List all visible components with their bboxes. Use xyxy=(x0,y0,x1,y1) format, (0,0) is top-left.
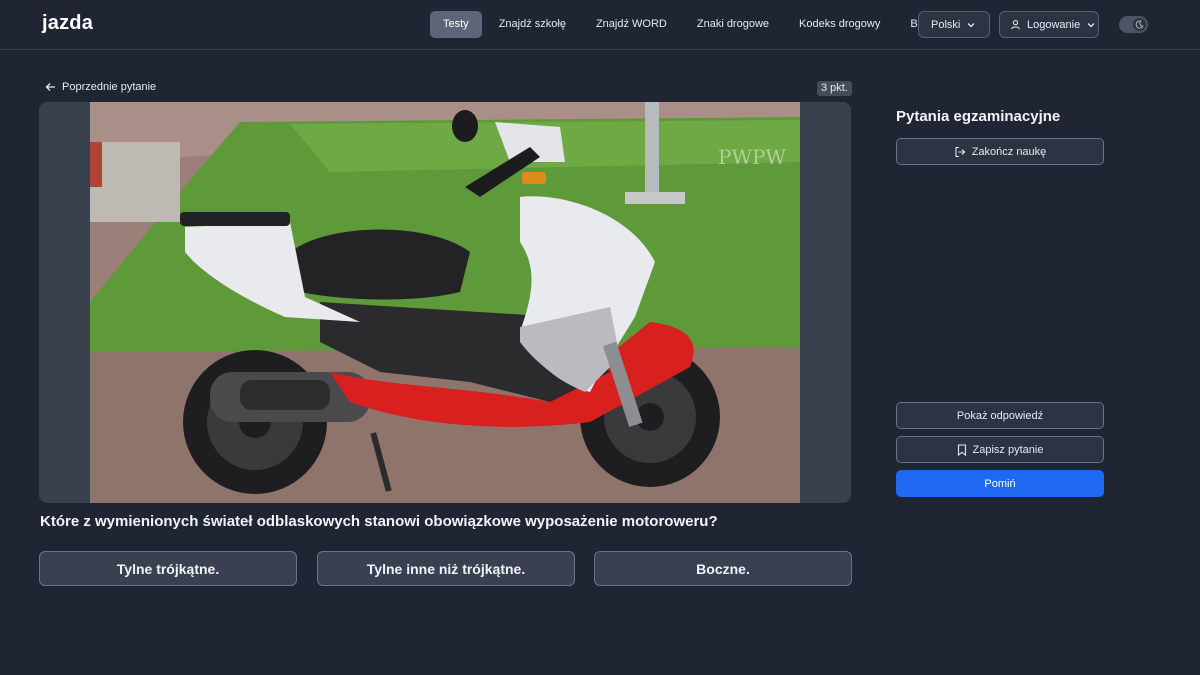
finish-learning-label: Zakończ naukę xyxy=(971,145,1047,158)
previous-question-link[interactable]: Poprzednie pytanie xyxy=(45,81,156,93)
bookmark-icon xyxy=(957,443,967,456)
language-label: Polski xyxy=(931,18,961,31)
question-image-panel: PWPW xyxy=(39,102,851,503)
show-answer-label: Pokaż odpowiedź xyxy=(956,409,1044,422)
login-label: Logowanie xyxy=(1027,18,1081,31)
language-select[interactable]: Polski xyxy=(918,11,990,38)
logo-text: jazda xyxy=(42,12,94,34)
nav-item-znaki-drogowe[interactable]: Znaki drogowe xyxy=(684,11,782,38)
save-question-label: Zapisz pytanie xyxy=(972,443,1044,456)
finish-learning-button[interactable]: Zakończ naukę xyxy=(896,138,1104,165)
answer-option-3[interactable]: Boczne. xyxy=(594,551,852,586)
answer-option-1[interactable]: Tylne trójkątne. xyxy=(39,551,297,586)
chevron-down-icon xyxy=(1086,20,1096,30)
photo-watermark: PWPW xyxy=(718,145,786,169)
nav-item-znajdz-szkole[interactable]: Znajdź szkołę xyxy=(486,11,579,38)
logo[interactable]: jazda xyxy=(42,12,93,35)
sidebar-title: Pytania egzaminacyjne xyxy=(896,108,1061,125)
skip-label: Pomiń xyxy=(984,477,1016,490)
moon-icon xyxy=(1133,18,1146,31)
login-menu[interactable]: Logowanie xyxy=(999,11,1099,38)
top-header: jazda Testy Znajdź szkołę Znajdź WORD Zn… xyxy=(0,0,1200,50)
previous-question-label: Poprzednie pytanie xyxy=(62,81,157,93)
arrow-left-icon xyxy=(45,82,56,92)
answer-option-2[interactable]: Tylne inne niż trójkątne. xyxy=(317,551,575,586)
chevron-down-icon xyxy=(966,20,976,30)
scooter-photo: PWPW xyxy=(90,102,800,503)
save-question-button[interactable]: Zapisz pytanie xyxy=(896,436,1104,463)
logout-icon xyxy=(954,146,966,158)
main-nav: Testy Znajdź szkołę Znajdź WORD Znaki dr… xyxy=(430,11,949,38)
theme-toggle[interactable] xyxy=(1119,16,1148,33)
show-answer-button[interactable]: Pokaż odpowiedź xyxy=(896,402,1104,429)
nav-item-kodeks-drogowy[interactable]: Kodeks drogowy xyxy=(786,11,893,38)
points-badge: 3 pkt. xyxy=(817,81,852,96)
skip-button[interactable]: Pomiń xyxy=(896,470,1104,497)
question-text: Które z wymienionych świateł odblaskowyc… xyxy=(40,513,718,530)
user-icon xyxy=(1010,19,1021,30)
nav-item-testy[interactable]: Testy xyxy=(430,11,482,38)
nav-item-znajdz-word[interactable]: Znajdź WORD xyxy=(583,11,680,38)
